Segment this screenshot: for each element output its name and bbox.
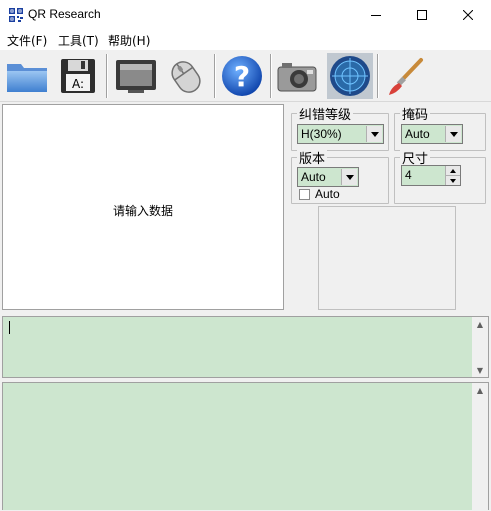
mask-value: Auto [405,127,430,141]
monitor-icon [116,60,156,93]
mask-label: 掩码 [400,104,431,123]
window-title: QR Research [28,7,101,21]
output-text-box[interactable]: ▲ [2,382,489,511]
menu-file[interactable]: 文件(F) [7,32,47,49]
radar-icon [327,53,373,99]
maximize-button[interactable] [399,0,445,30]
size-stepper[interactable]: 4 [401,165,461,186]
toolbar-separator [214,54,216,98]
mouse-icon [171,61,201,93]
scrollbar[interactable]: ▲ ▼ [472,317,488,377]
menu-tools[interactable]: 工具(T) [58,32,99,49]
scrollbar[interactable]: ▲ [472,383,488,511]
scroll-up-icon[interactable]: ▲ [472,317,488,331]
version-auto-label: Auto [315,187,340,201]
toolbar-separator [377,54,379,98]
text-caret [9,321,10,334]
version-label: 版本 [297,148,328,167]
mouse-button[interactable] [162,52,210,100]
menu-help[interactable]: 帮助(H) [108,32,150,49]
display-button[interactable] [112,52,160,100]
close-icon [463,10,473,20]
minimize-icon [371,15,381,16]
minimize-button[interactable] [353,0,399,30]
input-prompt: 请输入数据 [112,204,173,218]
qr-app-icon [8,7,24,23]
brush-icon [389,58,423,95]
radar-button[interactable] [326,52,374,100]
error-level-select[interactable]: H(30%) [297,124,384,144]
scroll-up-icon[interactable]: ▲ [472,383,488,397]
floppy-save-icon: A: [61,59,95,93]
error-level-label: 纠错等级 [297,104,354,123]
qr-preview [318,206,456,310]
toolbar-separator [270,54,272,98]
stepper-down-icon[interactable] [445,176,460,185]
stepper-up-icon[interactable] [445,166,460,176]
svg-text:?: ? [234,60,250,93]
save-button[interactable]: A: [54,52,102,100]
chevron-down-icon[interactable] [366,126,382,142]
chevron-down-icon[interactable] [341,169,357,185]
maximize-icon [417,10,427,20]
toolbar-separator [106,54,108,98]
camera-icon [277,63,317,92]
version-value: Auto [301,170,326,184]
data-input-area[interactable]: 请输入数据 [2,104,284,310]
error-level-value: H(30%) [301,127,342,141]
help-button[interactable]: ? [218,52,266,100]
svg-text:A:: A: [72,77,84,91]
scroll-down-icon[interactable]: ▼ [472,363,488,377]
chevron-down-icon[interactable] [445,126,461,142]
size-value: 4 [405,168,412,182]
folder-icon [7,64,47,92]
close-button[interactable] [445,0,491,30]
encode-text-box[interactable]: ▲ ▼ [2,316,489,378]
help-icon: ? [222,56,262,96]
version-auto-checkbox[interactable] [299,189,310,200]
brush-button[interactable] [382,52,430,100]
camera-button[interactable] [273,52,321,100]
version-select[interactable]: Auto [297,167,359,187]
open-button[interactable] [3,52,51,100]
mask-select[interactable]: Auto [401,124,463,144]
